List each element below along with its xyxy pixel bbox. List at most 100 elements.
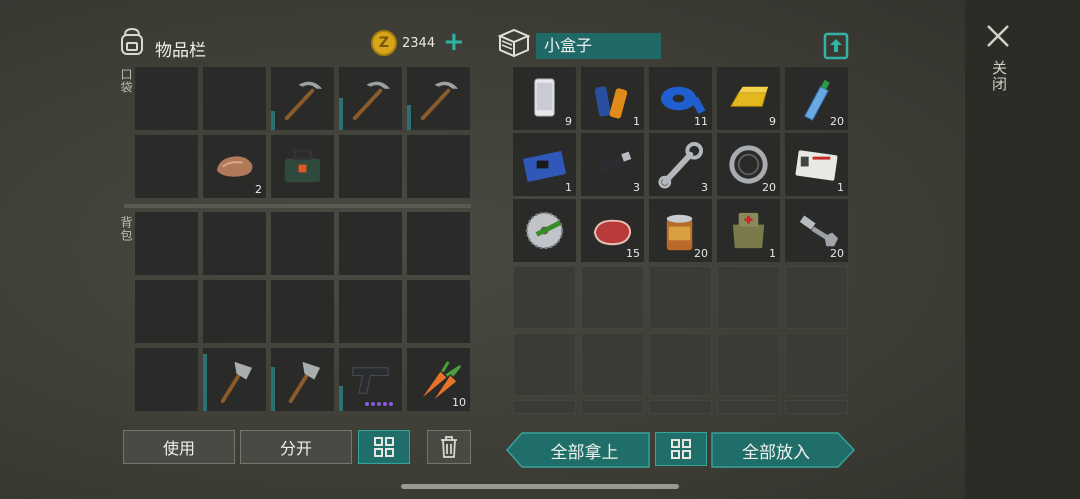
backpack-slot[interactable]: [135, 348, 198, 411]
box-slot[interactable]: 1: [513, 133, 576, 196]
inventory-title: 物品栏: [155, 41, 206, 61]
durability-bar: [339, 386, 343, 411]
backpack-slot[interactable]: [407, 280, 470, 343]
grid-icon: [374, 437, 394, 457]
backpack-slot[interactable]: [271, 348, 334, 411]
box-slot[interactable]: 11: [649, 67, 712, 130]
item-count: 10: [452, 396, 466, 409]
box-slot[interactable]: 3: [581, 133, 644, 196]
trash-icon: [441, 436, 457, 458]
backpack-slot[interactable]: [203, 348, 266, 411]
box-empty-slot[interactable]: [785, 400, 848, 414]
box-slot[interactable]: [513, 199, 576, 262]
box-slot[interactable]: 20: [785, 67, 848, 130]
item-count: 1: [633, 115, 640, 128]
box-slot[interactable]: 9: [513, 67, 576, 130]
item-count: 20: [694, 247, 708, 260]
item-count: 9: [769, 115, 776, 128]
box-empty-slot[interactable]: [785, 333, 848, 396]
phone-icon: [534, 78, 555, 117]
item-count: 3: [633, 181, 640, 194]
close-icon[interactable]: [985, 23, 1011, 49]
backpack-slot[interactable]: [339, 280, 402, 343]
upload-icon[interactable]: [823, 32, 849, 60]
box-empty-slot[interactable]: [785, 266, 848, 329]
box-title[interactable]: 小盒子: [536, 33, 661, 59]
sort-box-button[interactable]: [655, 432, 707, 466]
add-coins-button[interactable]: +: [443, 29, 465, 55]
box-slot[interactable]: 9: [717, 67, 780, 130]
item-count: 11: [694, 115, 708, 128]
use-button[interactable]: 使用: [123, 430, 235, 464]
backpack-slot[interactable]: [407, 212, 470, 275]
backpack-slot[interactable]: [339, 348, 402, 411]
durability-bar: [271, 367, 275, 411]
army-id-card-icon: [795, 150, 838, 181]
box-slot[interactable]: 3: [649, 133, 712, 196]
circuit-board-icon: [522, 150, 567, 183]
durability-bar: [203, 354, 207, 411]
box-empty-slot[interactable]: [513, 333, 576, 396]
box-icon: [497, 28, 531, 58]
box-empty-slot[interactable]: [649, 266, 712, 329]
pickaxe-icon: [420, 81, 459, 121]
ammo-dot: [365, 402, 369, 406]
box-slot[interactable]: 1: [785, 133, 848, 196]
backpack-slot[interactable]: [271, 212, 334, 275]
box-empty-slot[interactable]: [649, 333, 712, 396]
box-slot[interactable]: 20: [649, 199, 712, 262]
pocket-slot[interactable]: [271, 135, 334, 198]
box-empty-slot[interactable]: [581, 400, 644, 414]
pocket-slot[interactable]: [339, 67, 402, 130]
box-empty-slot[interactable]: [581, 266, 644, 329]
close-label[interactable]: 关闭: [989, 60, 1010, 92]
backpack-slot[interactable]: 10: [407, 348, 470, 411]
box-empty-slot[interactable]: [717, 400, 780, 414]
backpack-slot[interactable]: [135, 280, 198, 343]
saw-blade-icon: [525, 211, 564, 250]
box-empty-slot[interactable]: [513, 266, 576, 329]
pocket-slot[interactable]: [407, 135, 470, 198]
sort-inventory-button[interactable]: [358, 430, 410, 464]
item-count: 3: [701, 181, 708, 194]
pocket-slot[interactable]: 2: [203, 135, 266, 198]
box-empty-slot[interactable]: [717, 266, 780, 329]
pocket-slot[interactable]: [407, 67, 470, 130]
split-button[interactable]: 分开: [240, 430, 352, 464]
box-empty-slot[interactable]: [581, 333, 644, 396]
box-slot[interactable]: 1: [581, 67, 644, 130]
section-divider: [124, 204, 471, 208]
backpack-slot[interactable]: [271, 280, 334, 343]
pocket-slot[interactable]: [271, 67, 334, 130]
backpack-slot[interactable]: [135, 212, 198, 275]
put-all-button[interactable]: 全部放入: [712, 433, 840, 467]
durability-bar: [339, 98, 343, 130]
take-all-button[interactable]: 全部拿上: [520, 433, 649, 467]
item-count: 9: [565, 115, 572, 128]
backpack-slot[interactable]: [339, 212, 402, 275]
pickaxe-icon: [284, 81, 323, 121]
backpack-slot[interactable]: [203, 280, 266, 343]
pocket-slot[interactable]: [135, 67, 198, 130]
box-slot[interactable]: 20: [717, 133, 780, 196]
box-slot[interactable]: 20: [785, 199, 848, 262]
home-indicator: [401, 484, 679, 489]
backpack-slot[interactable]: [203, 212, 266, 275]
pocket-slot[interactable]: [203, 67, 266, 130]
hatchet-icon: [220, 361, 253, 404]
pocket-slot[interactable]: [135, 135, 198, 198]
trash-button[interactable]: [427, 430, 471, 464]
pistol-icon: [352, 367, 389, 394]
box-slot[interactable]: 1: [717, 199, 780, 262]
item-count: 1: [769, 247, 776, 260]
item-count: 15: [626, 247, 640, 260]
box-empty-slot[interactable]: [649, 400, 712, 414]
item-count: 20: [762, 181, 776, 194]
box-slot[interactable]: 15: [581, 199, 644, 262]
ammo-dot: [389, 402, 393, 406]
pocket-slot[interactable]: [339, 135, 402, 198]
box-empty-slot[interactable]: [717, 333, 780, 396]
ammo-dot: [371, 402, 375, 406]
side-panel-background: [965, 0, 1080, 499]
box-empty-slot[interactable]: [513, 400, 576, 414]
